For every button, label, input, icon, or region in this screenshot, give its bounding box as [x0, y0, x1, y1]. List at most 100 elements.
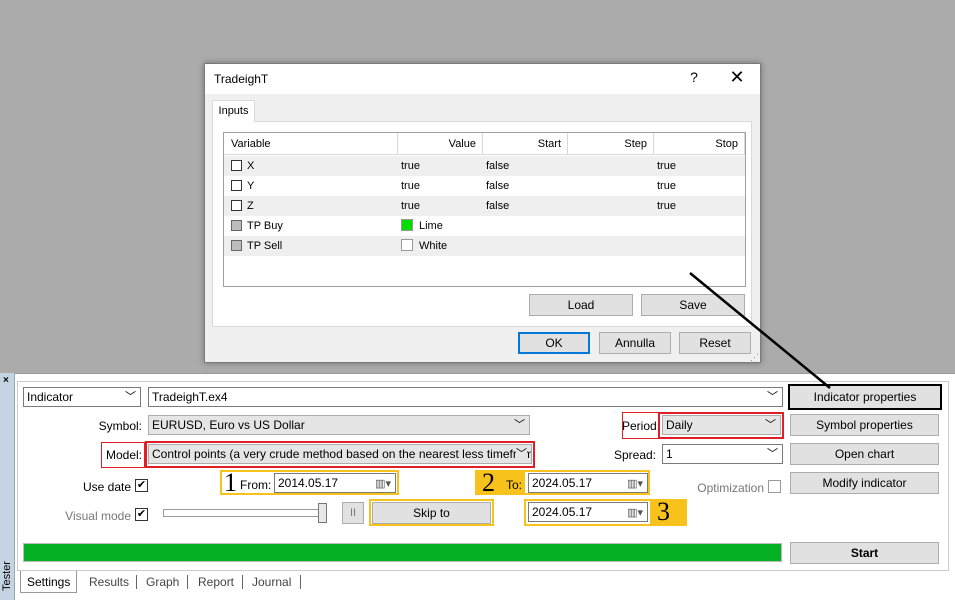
tester-close-icon[interactable]: ×	[3, 375, 9, 386]
skip-to-date-picker[interactable]: 2024.05.17 ▥▾	[528, 502, 648, 522]
color-name: White	[419, 240, 448, 252]
symbol-select[interactable]: EURUSD, Euro vs US Dollar ﹀	[148, 415, 530, 435]
to-label: To:	[505, 478, 522, 492]
table-row[interactable]: Y true false true	[224, 176, 745, 196]
value-cell[interactable]: true	[398, 196, 483, 216]
step-cell[interactable]	[568, 156, 654, 176]
row-checkbox[interactable]	[231, 160, 242, 171]
program-value: TradeighT.ex4	[152, 390, 228, 404]
table-row[interactable]: TP Sell White	[224, 236, 745, 256]
tab-results[interactable]: Results	[89, 571, 129, 593]
chevron-down-icon: ﹀	[516, 445, 527, 463]
column-header-stop[interactable]: Stop	[654, 133, 745, 155]
to-date-picker[interactable]: 2024.05.17 ▥▾	[528, 473, 648, 493]
start-cell[interactable]: false	[483, 176, 568, 196]
column-header-step[interactable]: Step	[568, 133, 654, 155]
tab-journal[interactable]: Journal	[252, 571, 291, 593]
resize-grip-icon[interactable]: ⋰	[750, 352, 759, 363]
annotation-number-2: 2	[482, 468, 495, 497]
visual-mode-label: Visual mode	[65, 509, 131, 523]
table-row[interactable]: TP Buy Lime	[224, 216, 745, 236]
speed-slider-track[interactable]	[163, 509, 326, 517]
start-cell[interactable]: false	[483, 196, 568, 216]
stop-cell[interactable]: true	[654, 156, 745, 176]
use-date-checkbox[interactable]: ✔	[135, 479, 148, 492]
variable-name: Z	[247, 200, 254, 212]
spread-label: Spread:	[613, 448, 656, 462]
optimization-label: Optimization	[697, 481, 764, 495]
dialog-titlebar[interactable]: TradeighT ? ✕	[205, 64, 760, 94]
row-checkbox[interactable]	[231, 200, 242, 211]
to-date-value: 2024.05.17	[532, 476, 593, 490]
visual-mode-checkbox[interactable]: ✔	[135, 508, 148, 521]
color-name: Lime	[419, 220, 443, 232]
tab-report[interactable]: Report	[198, 571, 234, 593]
model-value: Control points (a very crude method base…	[152, 447, 532, 461]
symbol-label: Symbol:	[98, 419, 142, 433]
chevron-down-icon: ﹀	[765, 419, 776, 431]
cancel-button[interactable]: Annulla	[599, 332, 671, 354]
expert-type-select[interactable]: Indicator ﹀	[23, 387, 141, 407]
tab-settings[interactable]: Settings	[20, 571, 78, 593]
indicator-properties-button[interactable]: Indicator properties	[788, 384, 942, 410]
test-progress-bar	[23, 543, 782, 562]
row-checkbox-disabled	[231, 220, 242, 231]
reset-button[interactable]: Reset	[679, 332, 751, 354]
save-button[interactable]: Save	[641, 294, 745, 316]
symbol-properties-button[interactable]: Symbol properties	[790, 414, 939, 436]
period-value: Daily	[666, 418, 693, 432]
inputs-dialog: TradeighT ? ✕ Inputs Variable Value Star…	[204, 63, 761, 363]
stop-cell[interactable]: true	[654, 196, 745, 216]
close-button[interactable]: ✕	[727, 67, 747, 88]
stop-cell[interactable]: true	[654, 176, 745, 196]
value-cell[interactable]: true	[398, 176, 483, 196]
modify-indicator-button[interactable]: Modify indicator	[790, 472, 939, 494]
annotation-number-1: 1	[224, 468, 237, 497]
ok-button[interactable]: OK	[518, 332, 590, 354]
chevron-down-icon: ﹀	[514, 419, 525, 431]
pause-button[interactable]: II	[342, 502, 364, 524]
spread-select[interactable]: 1 ﹀	[662, 444, 783, 464]
column-header-variable[interactable]: Variable	[224, 133, 398, 155]
from-date-value: 2014.05.17	[278, 476, 339, 490]
chevron-down-icon: ﹀	[125, 391, 136, 403]
tab-separator	[300, 575, 301, 589]
progress-fill	[24, 544, 781, 561]
from-label: From:	[240, 478, 272, 492]
optimization-checkbox[interactable]	[768, 480, 781, 493]
chevron-down-icon: ﹀	[767, 391, 778, 403]
table-row[interactable]: X true false true	[224, 156, 745, 176]
skip-to-button[interactable]: Skip to	[372, 502, 491, 524]
program-select[interactable]: TradeighT.ex4 ﹀	[148, 387, 783, 407]
load-button[interactable]: Load	[529, 294, 633, 316]
use-date-label: Use date	[82, 480, 131, 494]
tab-separator	[242, 575, 243, 589]
color-swatch[interactable]	[401, 239, 413, 251]
value-cell[interactable]: true	[398, 156, 483, 176]
speed-slider-thumb[interactable]	[318, 503, 327, 523]
period-select[interactable]: Daily ﹀	[662, 415, 781, 435]
variable-name: Y	[247, 180, 255, 192]
start-button[interactable]: Start	[790, 542, 939, 564]
variable-name: TP Buy	[247, 220, 283, 232]
step-cell[interactable]	[568, 196, 654, 216]
dialog-title: TradeighT	[214, 72, 269, 86]
row-checkbox[interactable]	[231, 180, 242, 191]
expert-type-value: Indicator	[27, 390, 74, 404]
start-cell[interactable]: false	[483, 156, 568, 176]
step-cell[interactable]	[568, 176, 654, 196]
inputs-grid: Variable Value Start Step Stop X true fa…	[223, 132, 746, 287]
from-date-picker[interactable]: 2014.05.17 ▥▾	[274, 473, 396, 493]
column-header-value[interactable]: Value	[398, 133, 483, 155]
tab-inputs[interactable]: Inputs	[212, 100, 255, 122]
tester-side-label: Tester	[1, 561, 13, 591]
help-button[interactable]: ?	[686, 69, 702, 85]
calendar-dropdown-icon: ▥▾	[627, 507, 643, 519]
model-select[interactable]: Control points (a very crude method base…	[148, 444, 532, 464]
column-header-start[interactable]: Start	[483, 133, 568, 155]
open-chart-button[interactable]: Open chart	[790, 443, 939, 465]
spread-value: 1	[666, 447, 673, 461]
tab-graph[interactable]: Graph	[146, 571, 179, 593]
table-row[interactable]: Z true false true	[224, 196, 745, 216]
color-swatch[interactable]	[401, 219, 413, 231]
